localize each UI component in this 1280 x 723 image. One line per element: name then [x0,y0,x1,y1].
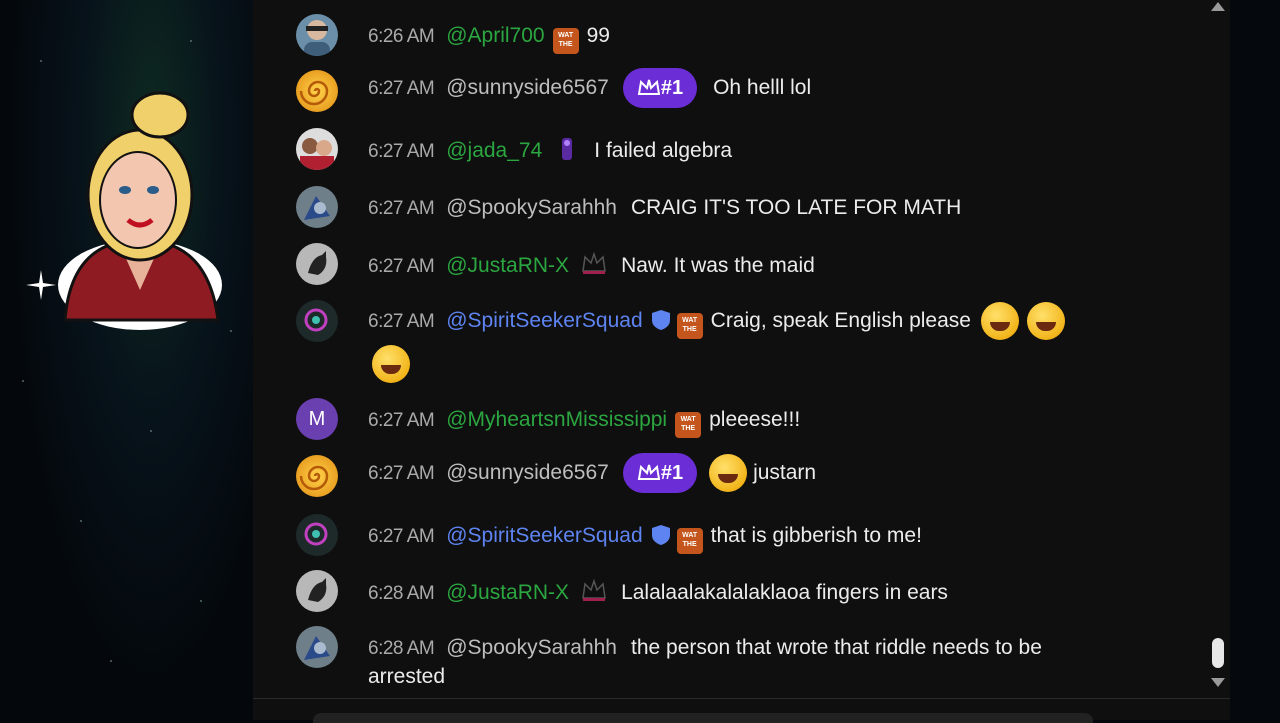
membership-badge: #1 [622,453,698,493]
author-name[interactable]: @JustaRN-X [446,581,569,604]
message-text: Naw. It was the maid [621,254,815,277]
crown-sticker-icon [582,251,606,274]
message-time: 6:27 AM [368,462,435,484]
author-name[interactable]: @jada_74 [446,139,542,162]
badge-label: #1 [660,462,684,484]
crown-icon [637,464,661,480]
badge-label: #1 [660,77,684,99]
message-text: CRAIG IT'S TOO LATE FOR MATH [630,196,962,219]
avatar-photo-icon [304,20,330,56]
avatar-photo-icon [300,138,334,170]
author-name[interactable]: @sunnyside6567 [446,76,609,99]
ghost-icon [304,308,328,332]
avatar[interactable] [296,128,338,170]
stream-overlay [0,0,253,720]
message-time: 6:27 AM [368,526,435,547]
message-text: 99 [586,24,610,47]
sun-spiral-icon [299,465,329,491]
author-name[interactable]: @JustaRN-X [446,254,569,277]
avatar[interactable] [296,514,338,556]
wat-the-icon: WAT THE [676,528,703,554]
sun-spiral-icon [299,80,329,106]
shield-icon [651,310,670,330]
streamer-cartoon-avatar [58,91,222,330]
scrollbar-thumb[interactable] [1212,638,1224,668]
rolling-laughing-emoji [1026,302,1065,341]
crown-sticker-icon [582,578,606,601]
message-time: 6:26 AM [368,26,435,47]
rolling-laughing-emoji [372,345,410,384]
wat-the-icon: WAT THE [552,28,579,54]
triangle-up-icon[interactable] [1210,0,1226,12]
message-text: that is gibberish to me! [710,524,922,547]
message-time: 6:27 AM [368,77,435,99]
avatar[interactable] [296,70,338,112]
avatar[interactable] [296,626,338,668]
author-name[interactable]: @SpookySarahhh [446,636,617,659]
message-text: Craig, speak English please [710,309,971,332]
message-text: Lalalaalakalalaklaoa fingers in ears [621,581,948,604]
live-chat-panel: 6:26 AM @April700 WAT THE 99 6:27 AM @sunnys… [253,0,1230,698]
avatar-photo-icon [304,196,330,220]
author-name[interactable]: @SpiritSeekerSquad [446,309,642,332]
message-text: pleeese!!! [709,408,801,431]
message-time: 6:27 AM [368,141,435,162]
message-time: 6:27 AM [368,198,435,219]
chat-input[interactable] [313,713,1093,723]
wat-the-icon: WAT THE [676,313,703,339]
avatar-photo-icon [304,636,330,660]
message-time: 6:27 AM [368,256,435,277]
avatar-letter: M [308,408,326,430]
raven-icon [308,251,327,275]
rolling-laughing-emoji [980,302,1019,341]
author-name[interactable]: @sunnyside6567 [446,461,609,484]
message-time: 6:28 AM [368,583,435,604]
message-time: 6:28 AM [368,638,435,659]
author-name[interactable]: @SpookySarahhh [446,196,617,219]
chat-footer [253,699,1230,723]
avatar[interactable] [296,570,338,612]
ghost-icon [304,522,328,546]
author-name[interactable]: @SpiritSeekerSquad [446,524,642,547]
shield-icon [651,525,670,545]
membership-badge: #1 [622,68,698,108]
triangle-down-icon[interactable] [1210,677,1226,689]
purple-figure-icon [562,138,573,160]
avatar[interactable] [296,300,338,342]
tears-of-joy-emoji [709,454,748,492]
wat-the-icon: WAT THE [675,412,702,438]
sparkle-icon [26,270,56,300]
avatar[interactable]: M [296,398,338,440]
crown-icon [637,79,661,95]
message-text: I failed algebra [594,139,733,162]
message-time: 6:27 AM [368,311,435,332]
raven-icon [308,578,327,602]
author-name[interactable]: @MyheartsnMississippi [446,408,667,431]
message-text: Oh helll lol [713,75,812,99]
author-name[interactable]: @April700 [446,24,544,47]
avatar[interactable] [296,455,338,497]
avatar[interactable] [296,243,338,285]
message-text: justarn [753,460,817,484]
right-background [1230,0,1280,720]
message-time: 6:27 AM [368,410,435,431]
avatar[interactable] [296,186,338,228]
avatar[interactable] [296,14,338,56]
